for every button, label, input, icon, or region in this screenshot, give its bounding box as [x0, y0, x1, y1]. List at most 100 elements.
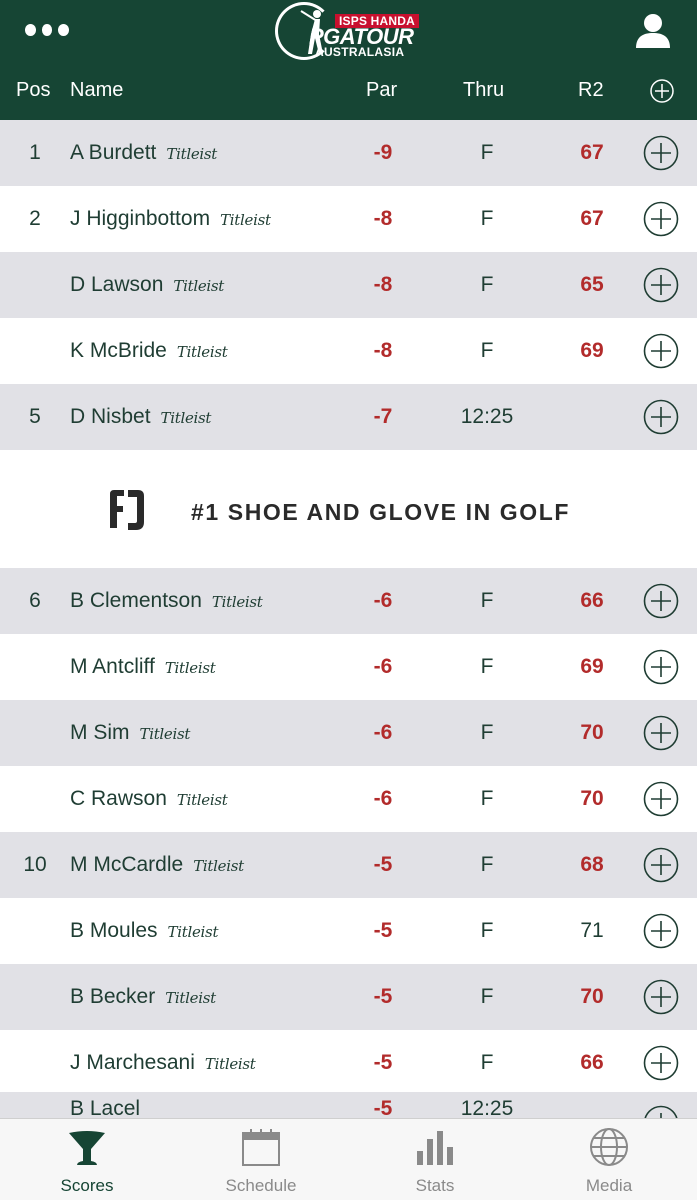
tab-label: Schedule — [225, 1176, 297, 1195]
sponsor-brand: Titleist — [167, 923, 219, 941]
table-row[interactable]: 1 A Burdett Titleist -9 F 67 — [0, 120, 697, 186]
add-player-icon[interactable] — [643, 979, 679, 1015]
player-name: C Rawson Titleist — [70, 787, 228, 810]
table-row[interactable]: K McBride Titleist -8 F 69 — [0, 318, 697, 384]
col-header-thru[interactable]: Thru — [463, 78, 504, 102]
player-name: B Moules Titleist — [70, 919, 219, 942]
par-score: -9 — [373, 141, 393, 164]
globe-icon — [590, 1128, 628, 1166]
tour-logo: ISPS HANDA PGATOUR AUSTRALASIA — [275, 2, 425, 60]
table-row[interactable]: M Sim Titleist -6 F 70 — [0, 700, 697, 766]
thru: F — [480, 787, 494, 810]
add-column-icon[interactable] — [649, 78, 675, 104]
add-player-icon[interactable] — [643, 1045, 679, 1081]
thru: 12:25 — [460, 405, 514, 428]
thru: F — [480, 655, 494, 678]
table-row[interactable]: 2 J Higginbottom Titleist -8 F 67 — [0, 186, 697, 252]
sponsor-brand: Titleist — [220, 211, 271, 229]
bottom-tab-bar: Scores Schedule Stats Media — [0, 1118, 697, 1200]
table-row[interactable]: 10 M McCardle Titleist -5 F 68 — [0, 832, 697, 898]
table-row[interactable]: D Lawson Titleist -8 F 65 — [0, 252, 697, 318]
sponsor-brand: Titleist — [166, 145, 218, 163]
player-name: D Nisbet Titleist — [70, 405, 212, 428]
logo-region: AUSTRALASIA — [315, 45, 405, 59]
round-score: 70 — [580, 721, 604, 744]
tab-media[interactable]: Media — [522, 1119, 696, 1200]
tab-label: Scores — [60, 1176, 114, 1195]
calendar-icon — [242, 1129, 280, 1166]
round-score: 66 — [580, 1051, 604, 1074]
thru: F — [480, 1051, 494, 1074]
app-header: ISPS HANDA PGATOUR AUSTRALASIA Pos Name … — [0, 0, 697, 120]
par-score: -8 — [373, 339, 393, 362]
add-player-icon[interactable] — [643, 715, 679, 751]
add-player-icon[interactable] — [643, 583, 679, 619]
par-score: -5 — [373, 985, 393, 1008]
par-score: -8 — [373, 207, 393, 230]
sponsor-brand: Titleist — [211, 593, 263, 611]
table-row[interactable]: J Marchesani Titleist -5 F 66 — [0, 1030, 697, 1096]
round-score: 66 — [580, 589, 604, 612]
player-name: B Clementson Titleist — [70, 589, 263, 612]
add-player-icon[interactable] — [643, 399, 679, 435]
round-score: 65 — [580, 273, 604, 296]
player-name: M Antcliff Titleist — [70, 655, 216, 678]
add-player-icon[interactable] — [643, 649, 679, 685]
round-score: 71 — [580, 919, 604, 942]
par-score: -6 — [373, 589, 393, 612]
sponsor-brand: Titleist — [160, 409, 212, 427]
table-row[interactable]: M Antcliff Titleist -6 F 69 — [0, 634, 697, 700]
par-score: -5 — [373, 853, 393, 876]
thru: F — [480, 589, 494, 612]
par-score: -5 — [373, 919, 393, 942]
table-row[interactable]: 5 D Nisbet Titleist -7 12:25 — [0, 384, 697, 450]
thru: F — [480, 721, 494, 744]
player-name: M Sim Titleist — [70, 721, 191, 744]
col-header-name[interactable]: Name — [70, 78, 123, 102]
add-player-icon[interactable] — [643, 201, 679, 237]
position: 2 — [29, 207, 41, 230]
round-score: 70 — [580, 985, 604, 1008]
sponsor-brand: Titleist — [173, 277, 225, 295]
player-name: K McBride Titleist — [70, 339, 228, 362]
par-score: -8 — [373, 273, 393, 296]
add-player-icon[interactable] — [643, 913, 679, 949]
thru: F — [480, 853, 494, 876]
table-row[interactable]: 6 B Clementson Titleist -6 F 66 — [0, 568, 697, 634]
table-row[interactable]: B Becker Titleist -5 F 70 — [0, 964, 697, 1030]
tab-label: Stats — [415, 1176, 455, 1195]
tab-scores[interactable]: Scores — [0, 1119, 174, 1200]
col-header-pos[interactable]: Pos — [16, 78, 50, 102]
position: 10 — [23, 853, 47, 876]
tab-stats[interactable]: Stats — [348, 1119, 522, 1200]
col-header-par[interactable]: Par — [366, 78, 397, 102]
tab-label: Media — [585, 1176, 633, 1195]
sponsor-brand: Titleist — [193, 857, 244, 875]
sponsor-brand: Titleist — [176, 791, 228, 809]
thru: F — [480, 985, 494, 1008]
sponsor-brand: Titleist — [176, 343, 228, 361]
player-name: A Burdett Titleist — [70, 141, 218, 164]
par-score: -6 — [373, 787, 393, 810]
position — [0, 318, 70, 384]
user-profile-icon[interactable] — [634, 12, 672, 50]
position — [0, 700, 70, 766]
position — [0, 252, 70, 318]
more-options-icon[interactable] — [25, 22, 70, 38]
player-name: J Higginbottom Titleist — [70, 207, 271, 230]
round-score — [552, 384, 632, 450]
tab-schedule[interactable]: Schedule — [174, 1119, 348, 1200]
table-row[interactable]: B Moules Titleist -5 F 71 — [0, 898, 697, 964]
add-player-icon[interactable] — [643, 135, 679, 171]
par-score: -7 — [373, 405, 393, 428]
round-score: 68 — [580, 853, 604, 876]
round-score: 67 — [580, 207, 604, 230]
add-player-icon[interactable] — [643, 847, 679, 883]
add-player-icon[interactable] — [643, 333, 679, 369]
ad-banner[interactable]: #1 SHOE AND GLOVE IN GOLF — [0, 450, 697, 568]
table-row[interactable]: C Rawson Titleist -6 F 70 — [0, 766, 697, 832]
col-header-round[interactable]: R2 — [578, 78, 604, 102]
add-player-icon[interactable] — [643, 267, 679, 303]
add-player-icon[interactable] — [643, 781, 679, 817]
round-score: 70 — [580, 787, 604, 810]
